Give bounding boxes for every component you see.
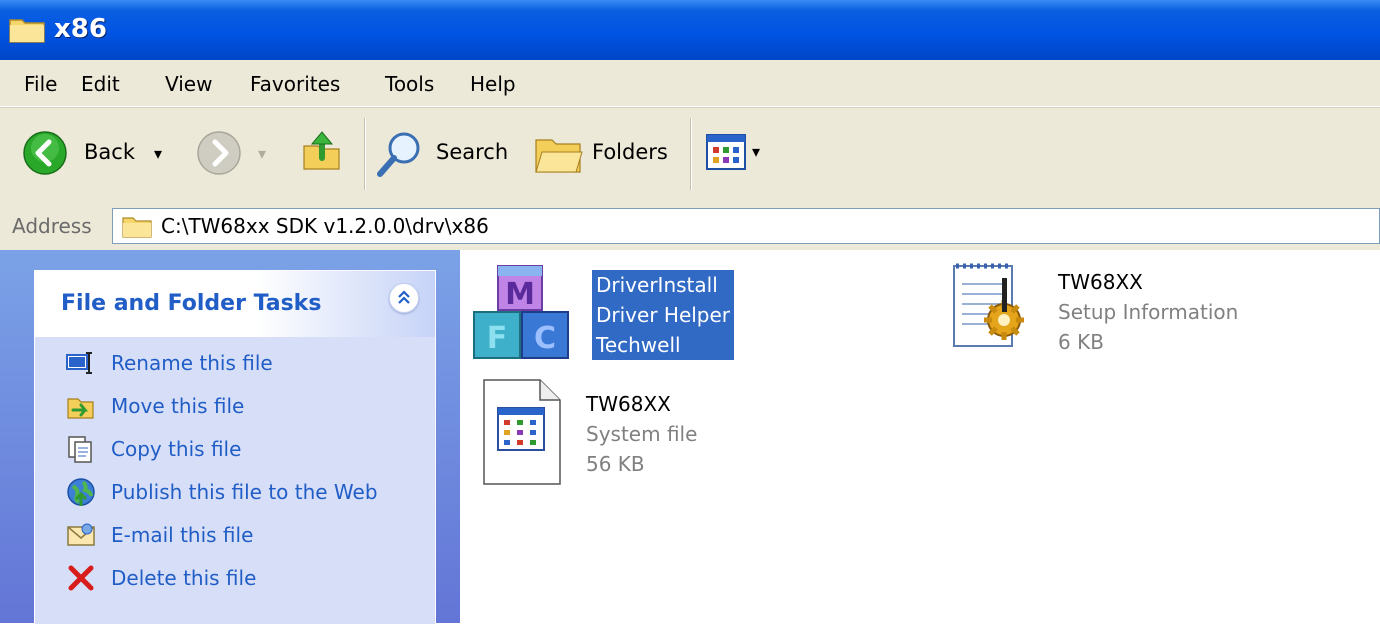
folders-label: Folders: [592, 140, 668, 164]
menu-edit[interactable]: Edit: [81, 72, 120, 96]
task-delete[interactable]: Delete this file: [53, 560, 433, 596]
up-folder-icon: [303, 131, 340, 170]
task-panel-header[interactable]: File and Folder Tasks: [35, 271, 435, 337]
file-item-tw68xx-sys[interactable]: TW68XX System file 56 KB: [482, 378, 782, 488]
application-icon: M F C: [473, 265, 569, 359]
file-size: 56 KB: [586, 452, 645, 476]
selected-file-label: DriverInstall Driver Helper Techwell: [592, 270, 735, 360]
svg-text:F: F: [487, 321, 508, 356]
address-path: C:\TW68xx SDK v1.2.0.0\drv\x86: [161, 214, 489, 238]
file-type: System file: [586, 422, 698, 446]
title-bar[interactable]: x86: [0, 0, 1380, 60]
file-name: TW68XX: [586, 392, 671, 416]
folder-icon: [122, 217, 152, 238]
file-item-tw68xx-inf[interactable]: TW68XX Setup Information 6 KB: [946, 256, 1346, 366]
folder-icon: [9, 19, 45, 43]
back-label: Back: [84, 140, 135, 164]
task-panel-title: File and Folder Tasks: [61, 291, 322, 316]
chevron-up-icon: [398, 290, 410, 304]
collapse-button[interactable]: [389, 283, 419, 313]
task-copy[interactable]: Copy this file: [53, 431, 433, 467]
email-icon: [67, 523, 95, 546]
svg-text:M: M: [505, 277, 535, 312]
menu-file[interactable]: File: [24, 72, 57, 96]
menu-view[interactable]: View: [165, 72, 212, 96]
file-list-view: M F C DriverInstall Driver Helper Techwe…: [460, 250, 1380, 623]
menu-favorites[interactable]: Favorites: [250, 72, 340, 96]
forward-arrow-icon: [197, 131, 241, 175]
up-folder-button[interactable]: [296, 128, 352, 180]
task-move[interactable]: Move this file: [53, 388, 433, 424]
search-label: Search: [436, 140, 509, 164]
task-label: E-mail this file: [111, 523, 254, 547]
task-label: Copy this file: [111, 437, 242, 461]
setup-information-icon: [953, 263, 1024, 347]
back-button[interactable]: Back ▾: [18, 128, 178, 180]
forward-dropdown-icon[interactable]: ▾: [258, 144, 266, 163]
menu-help[interactable]: Help: [470, 72, 516, 96]
delete-icon: [68, 565, 94, 591]
task-label: Rename this file: [111, 351, 273, 375]
views-dropdown-icon[interactable]: ▾: [752, 142, 760, 161]
file-folder-tasks-panel: File and Folder Tasks Rename this file M…: [34, 270, 436, 624]
forward-button[interactable]: ▾: [192, 128, 278, 180]
folders-button[interactable]: Folders: [532, 128, 674, 180]
system-file-icon: [483, 379, 561, 485]
file-description: Driver Helper: [596, 303, 731, 327]
address-bar: Address C:\TW68xx SDK v1.2.0.0\drv\x86: [0, 204, 1380, 250]
file-company: Techwell: [596, 333, 681, 357]
file-size: 6 KB: [1058, 330, 1104, 354]
task-publish[interactable]: Publish this file to the Web: [53, 474, 433, 510]
task-label: Delete this file: [111, 566, 257, 590]
back-arrow-icon: [23, 131, 67, 175]
folders-icon: [535, 139, 583, 173]
file-type: Setup Information: [1058, 300, 1239, 324]
task-email[interactable]: E-mail this file: [53, 517, 433, 553]
window-title: x86: [54, 14, 107, 44]
move-icon: [67, 398, 94, 419]
views-icon: [706, 134, 746, 170]
back-dropdown-icon[interactable]: ▾: [154, 144, 162, 163]
search-icon: [377, 132, 420, 177]
address-field[interactable]: C:\TW68xx SDK v1.2.0.0\drv\x86: [112, 208, 1380, 244]
views-button[interactable]: ▾: [704, 130, 784, 178]
copy-icon: [68, 436, 92, 463]
task-pane: File and Folder Tasks Rename this file M…: [0, 250, 460, 624]
search-button[interactable]: Search: [374, 128, 516, 180]
task-label: Publish this file to the Web: [111, 480, 378, 504]
address-label: Address: [12, 214, 92, 238]
file-item-driverinstall[interactable]: M F C DriverInstall Driver Helper Techwe…: [470, 260, 750, 370]
file-name: DriverInstall: [596, 273, 718, 297]
task-label: Move this file: [111, 394, 245, 418]
file-name: TW68XX: [1058, 270, 1143, 294]
toolbar: Back ▾ ▾ Search Folders ▾: [0, 107, 1380, 205]
menu-bar: File Edit View Favorites Tools Help: [0, 60, 1380, 107]
svg-text:C: C: [534, 321, 556, 356]
rename-icon: [66, 352, 92, 374]
publish-web-icon: [67, 478, 95, 506]
task-rename[interactable]: Rename this file: [53, 345, 433, 381]
menu-tools[interactable]: Tools: [385, 72, 434, 96]
